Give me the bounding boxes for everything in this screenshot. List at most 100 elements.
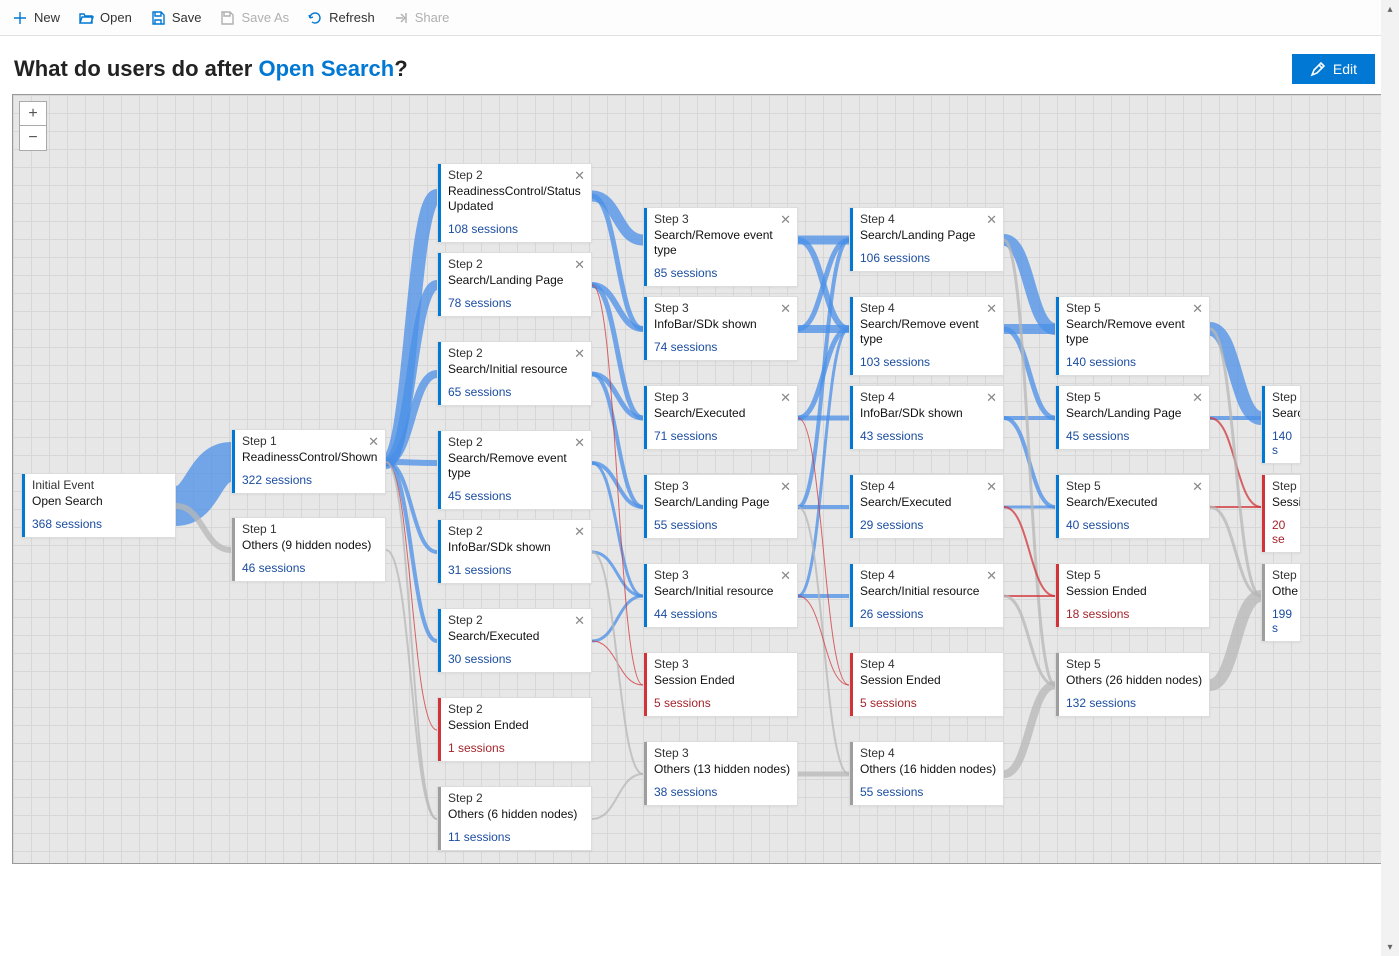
save-icon: [150, 10, 166, 26]
close-icon[interactable]: ✕: [986, 569, 997, 582]
flow-node[interactable]: Step 5✕Search/Landing Page45 sessions: [1055, 385, 1210, 450]
node-step: Step 2✕: [448, 524, 585, 538]
refresh-icon: [307, 10, 323, 26]
node-step: Step 2: [448, 702, 585, 716]
node-sessions: 18 sessions: [1066, 607, 1203, 621]
flow-node[interactable]: StepSessi20 se: [1261, 474, 1301, 553]
save-as-icon: [219, 10, 235, 26]
close-icon[interactable]: ✕: [986, 480, 997, 493]
node-sessions: 140 s: [1272, 429, 1294, 457]
close-icon[interactable]: ✕: [574, 169, 585, 182]
node-step: Step 1: [242, 522, 379, 536]
page-title: What do users do after Open Search?: [14, 56, 408, 82]
flow-node[interactable]: Step 4Session Ended5 sessions: [849, 652, 1004, 717]
zoom-in-button[interactable]: +: [20, 102, 46, 126]
flow-node[interactable]: Step 4✕Search/Landing Page106 sessions: [849, 207, 1004, 272]
node-label: Open Search: [32, 494, 169, 509]
flow-node[interactable]: Step 2Others (6 hidden nodes)11 sessions: [437, 786, 592, 851]
flow-node[interactable]: Step 2✕Search/Initial resource65 session…: [437, 341, 592, 406]
flow-node[interactable]: Step 3✕InfoBar/SDk shown74 sessions: [643, 296, 798, 361]
flow-node[interactable]: Step 3✕Search/Landing Page55 sessions: [643, 474, 798, 539]
flow-node[interactable]: Step 2✕ReadinessControl/Status Updated10…: [437, 163, 592, 243]
close-icon[interactable]: ✕: [780, 213, 791, 226]
flow-node[interactable]: Step 4Others (16 hidden nodes)55 session…: [849, 741, 1004, 806]
new-button[interactable]: New: [12, 10, 60, 26]
open-button[interactable]: Open: [78, 10, 132, 26]
node-sessions: 20 se: [1272, 518, 1294, 546]
flow-node[interactable]: Step 1✕ReadinessControl/Shown322 session…: [231, 429, 386, 494]
node-sessions: 132 sessions: [1066, 696, 1203, 710]
node-label: Session Ended: [654, 673, 791, 688]
save-as-label: Save As: [241, 10, 289, 25]
close-icon[interactable]: ✕: [780, 391, 791, 404]
node-step: Step 2✕: [448, 168, 585, 182]
close-icon[interactable]: ✕: [1192, 480, 1203, 493]
flow-node[interactable]: Step 2Session Ended1 sessions: [437, 697, 592, 762]
close-icon[interactable]: ✕: [574, 614, 585, 627]
node-label: Search/Executed: [1066, 495, 1203, 510]
close-icon[interactable]: ✕: [986, 391, 997, 404]
node-label: Search/Landing Page: [448, 273, 585, 288]
node-label: Search/Executed: [860, 495, 997, 510]
save-button[interactable]: Save: [150, 10, 202, 26]
close-icon[interactable]: ✕: [780, 302, 791, 315]
flow-node[interactable]: Step 1Others (9 hidden nodes)46 sessions: [231, 517, 386, 582]
node-step: Step 3: [654, 746, 791, 760]
flow-node[interactable]: Step 5✕Search/Remove event type140 sessi…: [1055, 296, 1210, 376]
node-step: Step: [1272, 390, 1294, 404]
flow-node[interactable]: Step 3✕Search/Initial resource44 session…: [643, 563, 798, 628]
node-step: Step: [1272, 568, 1294, 582]
close-icon[interactable]: ✕: [986, 302, 997, 315]
flow-node[interactable]: Step 4✕Search/Initial resource26 session…: [849, 563, 1004, 628]
flow-node[interactable]: Step 3✕Search/Remove event type85 sessio…: [643, 207, 798, 287]
share-icon: [393, 10, 409, 26]
close-icon[interactable]: ✕: [574, 347, 585, 360]
flow-node[interactable]: StepSearc140 s: [1261, 385, 1301, 464]
close-icon[interactable]: ✕: [986, 213, 997, 226]
scroll-down-icon[interactable]: ▾: [1381, 938, 1399, 956]
node-label: ReadinessControl/Status Updated: [448, 184, 585, 214]
node-step: Step 3✕: [654, 390, 791, 404]
flow-node[interactable]: Step 5Session Ended18 sessions: [1055, 563, 1210, 628]
close-icon[interactable]: ✕: [780, 480, 791, 493]
flow-node[interactable]: Step 5✕Search/Executed40 sessions: [1055, 474, 1210, 539]
save-as-button: Save As: [219, 10, 289, 26]
flow-node[interactable]: Step 4✕InfoBar/SDk shown43 sessions: [849, 385, 1004, 450]
node-step: Step 4: [860, 746, 997, 760]
node-label: Search/Initial resource: [654, 584, 791, 599]
flow-canvas[interactable]: + − Initial EventOpen Search368 sessions…: [12, 94, 1387, 864]
node-label: Search/Executed: [448, 629, 585, 644]
close-icon[interactable]: ✕: [574, 436, 585, 449]
flow-node[interactable]: Initial EventOpen Search368 sessions: [21, 473, 176, 538]
node-sessions: 55 sessions: [860, 785, 997, 799]
zoom-out-button[interactable]: −: [20, 126, 46, 150]
close-icon[interactable]: ✕: [780, 569, 791, 582]
flow-node[interactable]: Step 5Others (26 hidden nodes)132 sessio…: [1055, 652, 1210, 717]
title-highlight[interactable]: Open Search: [258, 56, 394, 81]
zoom-control: + −: [19, 101, 47, 151]
node-step: Step 2✕: [448, 435, 585, 449]
node-sessions: 29 sessions: [860, 518, 997, 532]
flow-node[interactable]: Step 3Others (13 hidden nodes)38 session…: [643, 741, 798, 806]
flow-node[interactable]: Step 3Session Ended5 sessions: [643, 652, 798, 717]
node-label: Session Ended: [448, 718, 585, 733]
flow-node[interactable]: Step 4✕Search/Remove event type103 sessi…: [849, 296, 1004, 376]
node-step: Step 5: [1066, 657, 1203, 671]
flow-node[interactable]: Step 2✕Search/Landing Page78 sessions: [437, 252, 592, 317]
flow-node[interactable]: StepOthe199 s: [1261, 563, 1301, 642]
close-icon[interactable]: ✕: [574, 525, 585, 538]
scroll-up-icon[interactable]: ▴: [1381, 0, 1399, 18]
flow-node[interactable]: Step 3✕Search/Executed71 sessions: [643, 385, 798, 450]
close-icon[interactable]: ✕: [1192, 302, 1203, 315]
edit-button[interactable]: Edit: [1292, 54, 1375, 84]
node-step: Step 4✕: [860, 568, 997, 582]
close-icon[interactable]: ✕: [574, 258, 585, 271]
refresh-button[interactable]: Refresh: [307, 10, 375, 26]
flow-node[interactable]: Step 2✕InfoBar/SDk shown31 sessions: [437, 519, 592, 584]
close-icon[interactable]: ✕: [1192, 391, 1203, 404]
flow-node[interactable]: Step 4✕Search/Executed29 sessions: [849, 474, 1004, 539]
flow-node[interactable]: Step 2✕Search/Executed30 sessions: [437, 608, 592, 673]
close-icon[interactable]: ✕: [368, 435, 379, 448]
flow-node[interactable]: Step 2✕Search/Remove event type45 sessio…: [437, 430, 592, 510]
node-sessions: 71 sessions: [654, 429, 791, 443]
